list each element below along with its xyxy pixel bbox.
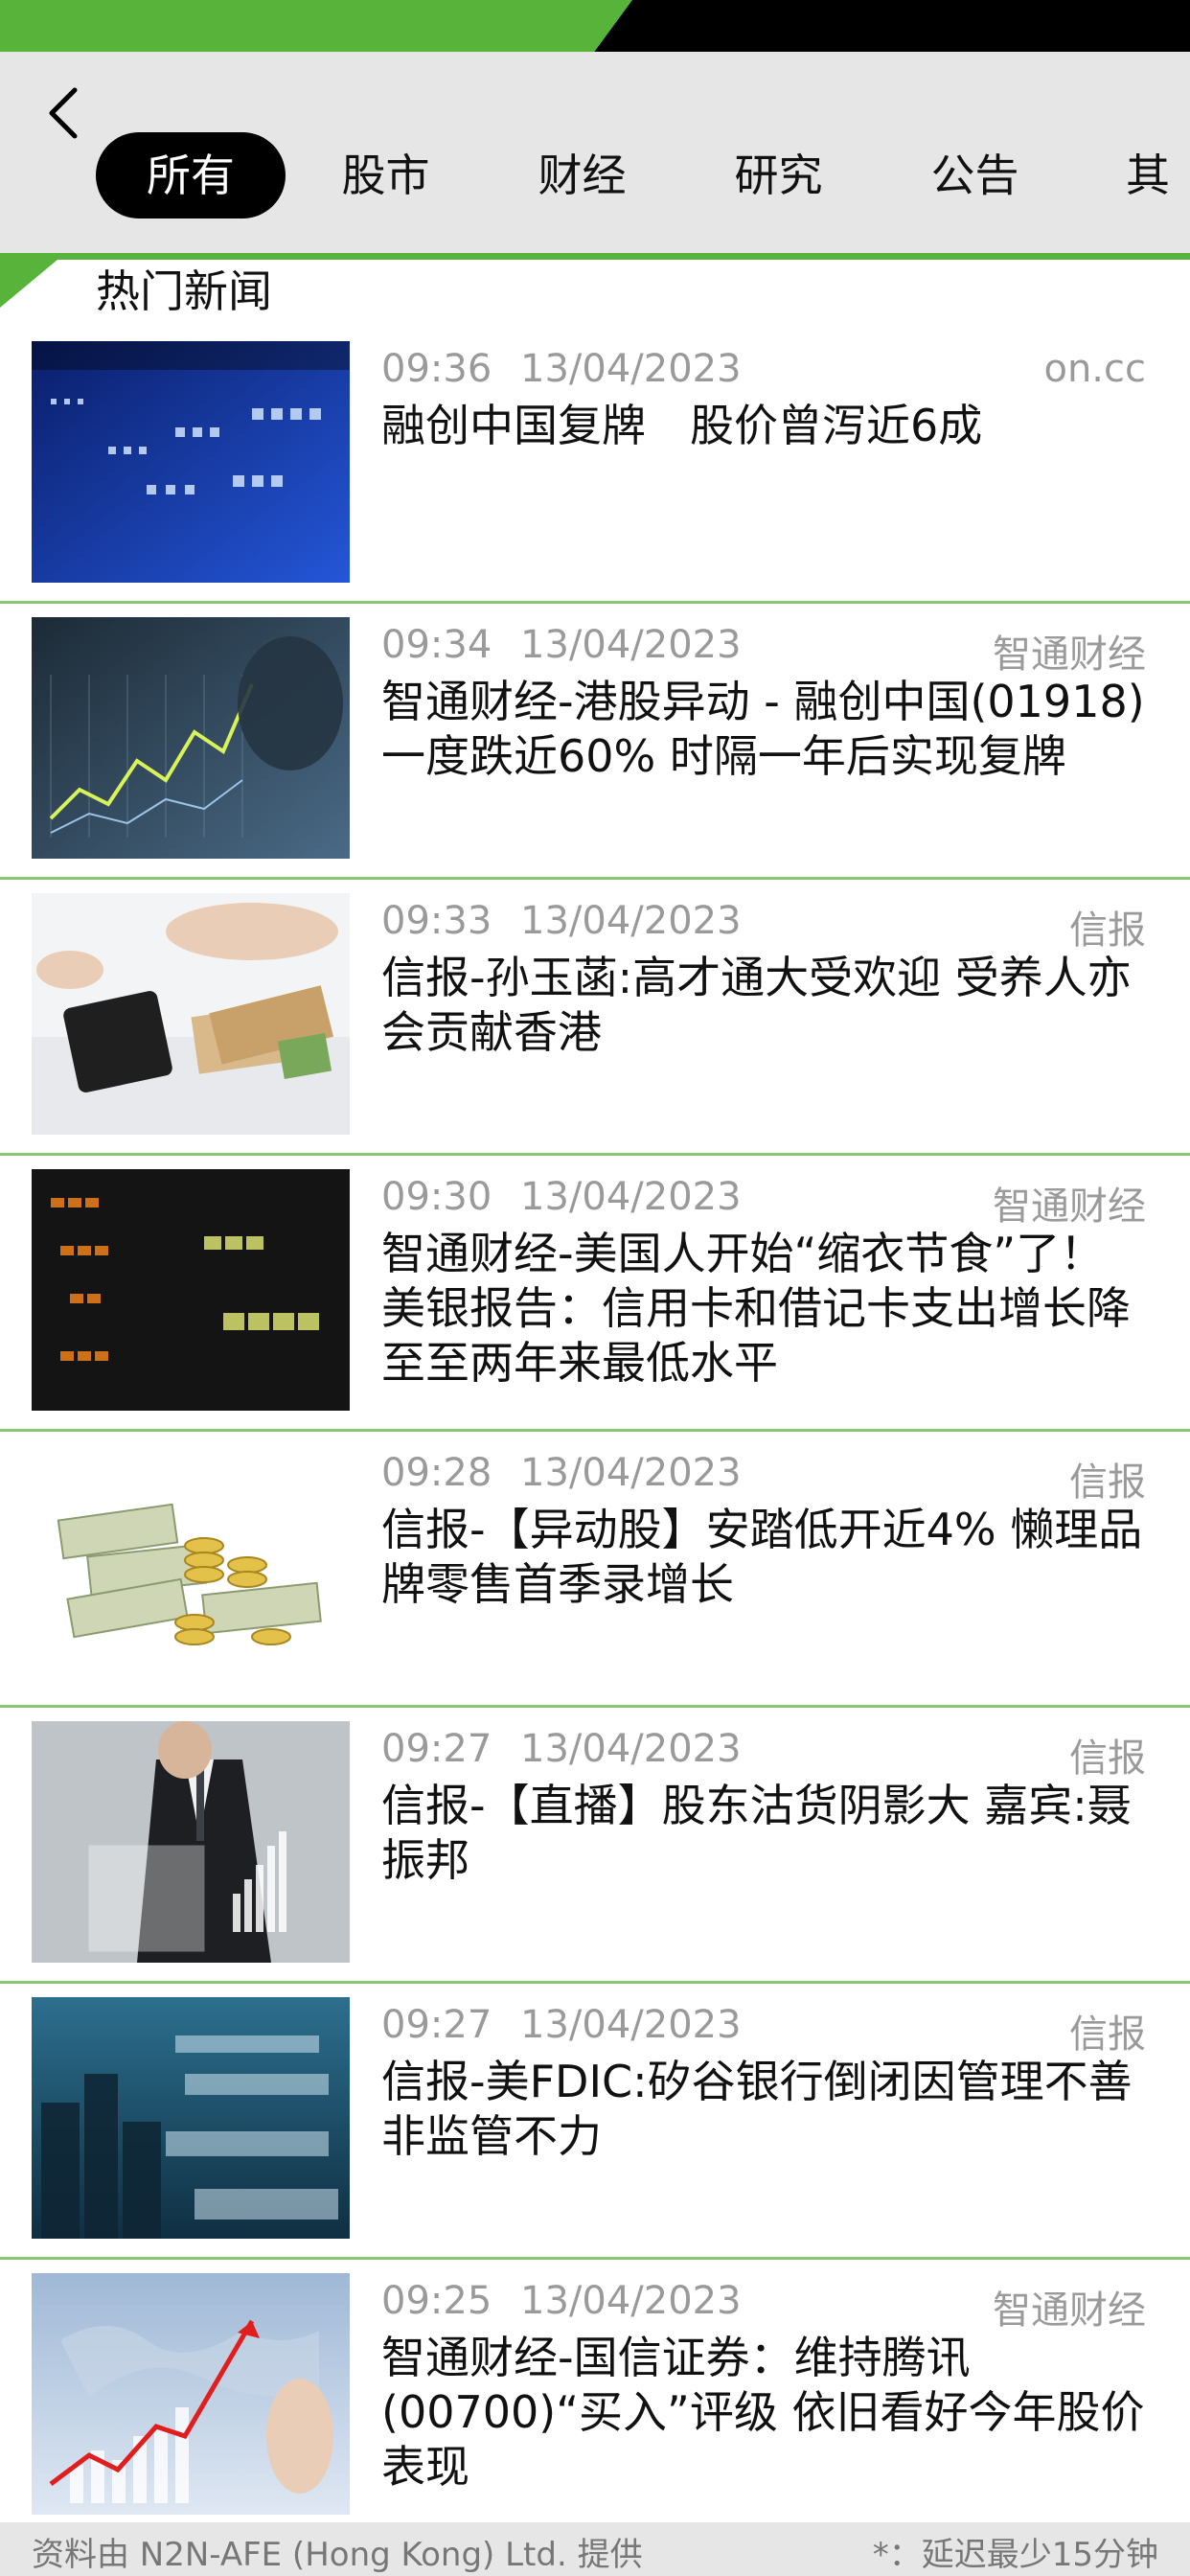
news-source: 智通财经 xyxy=(993,632,1146,677)
news-headline: 智通财经-美国人开始“缩衣节食”了！美银报告：信用卡和借记卡支出增长降至至两年来… xyxy=(381,1228,1131,1389)
news-time: 09:33 xyxy=(381,899,492,943)
status-bar xyxy=(0,0,1190,52)
news-source: 智通财经 xyxy=(993,2288,1146,2333)
news-source: 信报 xyxy=(1069,908,1146,953)
news-date: 13/04/2023 xyxy=(520,2279,742,2323)
touch-chart-image xyxy=(32,617,350,859)
list-item[interactable]: 09:25 13/04/2023 智通财经 智通财经-国信证券：维持腾讯(007… xyxy=(0,2260,1190,2536)
tab-stocks[interactable]: 股市 xyxy=(326,132,446,218)
city-numbers-image xyxy=(32,1997,350,2239)
businessman-chart-image xyxy=(32,1721,350,1963)
news-list: 09:36 13/04/2023 on.cc 融创中国复牌 股价曾泻近6成 09… xyxy=(0,328,1190,2536)
news-source: on.cc xyxy=(1043,347,1146,391)
news-date: 13/04/2023 xyxy=(520,347,742,391)
status-accent xyxy=(0,0,632,52)
news-meta: 09:36 13/04/2023 on.cc xyxy=(381,347,1146,399)
news-date: 13/04/2023 xyxy=(520,2003,742,2047)
news-time: 09:28 xyxy=(381,1451,492,1495)
news-source: 智通财经 xyxy=(993,1184,1146,1229)
news-meta: 09:30 13/04/2023 智通财经 xyxy=(381,1175,1146,1229)
news-headline: 智通财经-国信证券：维持腾讯(00700)“买入”评级 依旧看好今年股价表现 xyxy=(381,2332,1145,2493)
news-date: 13/04/2023 xyxy=(520,1451,742,1495)
news-headline: 融创中国复牌 股价曾泻近6成 xyxy=(381,400,983,451)
news-source: 信报 xyxy=(1069,1736,1146,1781)
section-flag xyxy=(0,260,57,308)
list-item[interactable]: 09:33 13/04/2023 信报 信报-孙玉菡:高才通大受欢迎 受养人亦会… xyxy=(0,880,1190,1156)
tab-announcements[interactable]: 公告 xyxy=(915,132,1035,218)
news-date: 13/04/2023 xyxy=(520,899,742,943)
footer: 资料由 N2N-AFE (Hong Kong) Ltd. 提供 *：延迟最少15… xyxy=(0,2522,1190,2576)
news-date: 13/04/2023 xyxy=(520,1727,742,1771)
tab-others[interactable]: 其 xyxy=(1126,132,1190,218)
header: 所有 股市 财经 研究 公告 其 xyxy=(0,52,1190,253)
news-time: 09:27 xyxy=(381,1727,492,1771)
list-item[interactable]: 09:27 13/04/2023 信报 信报-【直播】股东沽货阴影大 嘉宾:聂振… xyxy=(0,1708,1190,1984)
news-meta: 09:25 13/04/2023 智通财经 xyxy=(381,2279,1146,2333)
news-meta: 09:34 13/04/2023 智通财经 xyxy=(381,623,1146,677)
news-time: 09:27 xyxy=(381,2003,492,2047)
calculator-money-image xyxy=(32,893,350,1135)
news-headline: 信报-【异动股】安踏低开近4% 懒理品牌零售首季录增长 xyxy=(381,1504,1143,1610)
section-title: 热门新闻 xyxy=(96,265,272,317)
ticker-board-image xyxy=(32,1169,350,1411)
header-divider xyxy=(0,253,1190,260)
news-headline: 信报-【直播】股东沽货阴影大 嘉宾:聂振邦 xyxy=(381,1780,1132,1886)
news-meta: 09:28 13/04/2023 信报 xyxy=(381,1451,1146,1505)
news-time: 09:30 xyxy=(381,1175,492,1219)
list-item[interactable]: 09:30 13/04/2023 智通财经 智通财经-美国人开始“缩衣节食”了！… xyxy=(0,1156,1190,1432)
cash-coins-image xyxy=(32,1445,350,1687)
stock-board-image xyxy=(32,341,350,583)
news-time: 09:25 xyxy=(381,2279,492,2323)
data-provider-note: 资料由 N2N-AFE (Hong Kong) Ltd. 提供 xyxy=(32,2536,643,2574)
news-date: 13/04/2023 xyxy=(520,1175,742,1219)
tab-finance[interactable]: 财经 xyxy=(522,132,642,218)
news-meta: 09:33 13/04/2023 信报 xyxy=(381,899,1146,953)
list-item[interactable]: 09:28 13/04/2023 信报 信报-【异动股】安踏低开近4% 懒理品牌… xyxy=(0,1432,1190,1708)
news-time: 09:36 xyxy=(381,347,492,391)
growth-arrow-image xyxy=(32,2273,350,2515)
news-source: 信报 xyxy=(1069,1460,1146,1505)
list-item[interactable]: 09:36 13/04/2023 on.cc 融创中国复牌 股价曾泻近6成 xyxy=(0,328,1190,604)
news-time: 09:34 xyxy=(381,623,492,667)
news-meta: 09:27 13/04/2023 信报 xyxy=(381,1727,1146,1781)
tab-research[interactable]: 研究 xyxy=(719,132,838,218)
news-headline: 智通财经-港股异动 - 融创中国(01918)一度跌近60% 时隔一年后实现复牌 xyxy=(381,676,1145,782)
delay-note: *：延迟最少15分钟 xyxy=(872,2536,1158,2574)
news-headline: 信报-孙玉菡:高才通大受欢迎 受养人亦会贡献香港 xyxy=(381,952,1132,1058)
news-headline: 信报-美FDIC:矽谷银行倒闭因管理不善非监管不力 xyxy=(381,2056,1133,2162)
news-source: 信报 xyxy=(1069,2012,1146,2057)
tab-all[interactable]: 所有 xyxy=(96,132,286,218)
list-item[interactable]: 09:27 13/04/2023 信报 信报-美FDIC:矽谷银行倒闭因管理不善… xyxy=(0,1984,1190,2260)
list-item[interactable]: 09:34 13/04/2023 智通财经 智通财经-港股异动 - 融创中国(0… xyxy=(0,604,1190,880)
news-meta: 09:27 13/04/2023 信报 xyxy=(381,2003,1146,2057)
category-tabs: 所有 股市 财经 研究 公告 其 xyxy=(0,132,1190,218)
news-date: 13/04/2023 xyxy=(520,623,742,667)
